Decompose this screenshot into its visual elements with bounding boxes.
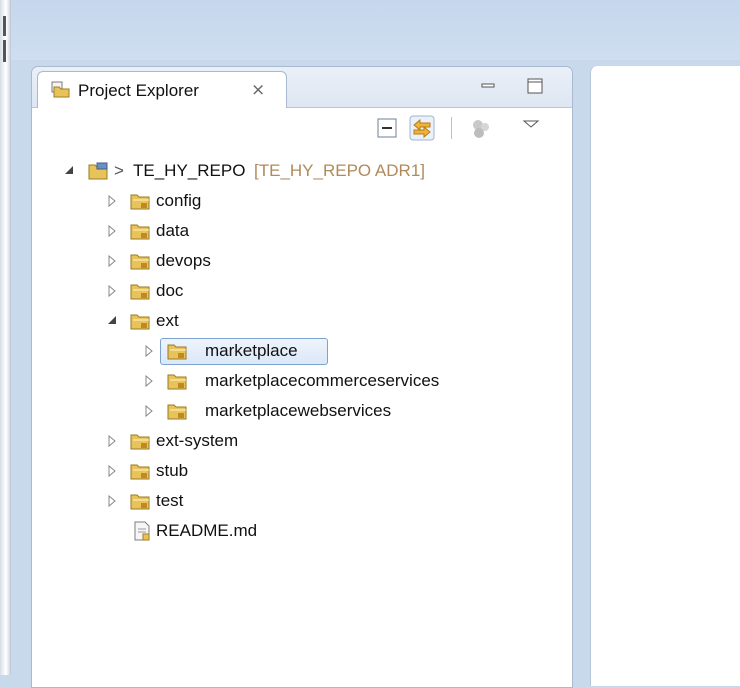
window-edge [0, 0, 11, 675]
tree-item-label: config [156, 191, 202, 210]
minimize-icon[interactable] [479, 77, 497, 95]
tree-item-label: test [156, 491, 184, 510]
close-icon[interactable]: ⨯ [251, 80, 265, 100]
editor-area [590, 66, 740, 686]
tree-item-label: devops [156, 251, 211, 270]
tree-item-data[interactable]: data [32, 217, 572, 245]
package-folder-icon [51, 81, 70, 98]
collapsed-arrow-icon[interactable] [105, 187, 119, 215]
folder-icon [130, 434, 150, 450]
folder-icon [130, 464, 150, 480]
tree-item-marketplacewebservices[interactable]: marketplacewebservices [32, 397, 572, 425]
tree-item-readme[interactable]: README.md [32, 517, 572, 545]
view-tab-bar: Project Explorer ⨯ [32, 67, 572, 108]
file-icon [134, 521, 150, 541]
collapsed-arrow-icon[interactable] [105, 247, 119, 275]
tree-item-label: marketplace [205, 341, 298, 360]
project-folder-icon [88, 162, 108, 180]
repository-decoration: [TE_HY_REPO ADR1] [254, 161, 426, 180]
tree-item-label: stub [156, 461, 189, 480]
tree-item-label: data [156, 221, 190, 240]
tree-item-stub[interactable]: stub [32, 457, 572, 485]
tab-project-explorer[interactable]: Project Explorer ⨯ [37, 71, 287, 108]
collapsed-arrow-icon[interactable] [142, 337, 156, 365]
folder-icon [130, 494, 150, 510]
collapsed-arrow-icon[interactable] [105, 457, 119, 485]
view-title: Project Explorer [78, 81, 199, 100]
tree-item-label: ext [156, 311, 179, 330]
collapsed-arrow-icon[interactable] [142, 397, 156, 425]
folder-icon [130, 224, 150, 240]
tree-item-ext[interactable]: ext [32, 307, 572, 335]
tree-item-test[interactable]: test [32, 487, 572, 515]
tree-item-label: doc [156, 281, 184, 300]
tree-item-label: marketplacecommerceservices [205, 371, 440, 390]
tree-item-config[interactable]: config [32, 187, 572, 215]
tree-item-ext-system[interactable]: ext-system [32, 427, 572, 455]
tree-item-devops[interactable]: devops [32, 247, 572, 275]
folder-icon [130, 194, 150, 210]
tree-item-marketplace[interactable]: marketplace [32, 337, 572, 365]
toolbar-separator [451, 117, 452, 139]
collapsed-arrow-icon[interactable] [142, 367, 156, 395]
tree-item-label: ext-system [156, 431, 239, 450]
project-explorer-view: Project Explorer ⨯ > TE_HY_REPO [TE_HY_R… [31, 66, 573, 688]
folder-icon [130, 284, 150, 300]
folder-icon [167, 374, 187, 390]
view-menu-chevron-icon[interactable] [518, 113, 544, 139]
collapsed-arrow-icon[interactable] [105, 217, 119, 245]
maximize-icon[interactable] [526, 77, 544, 95]
tree-item-doc[interactable]: doc [32, 277, 572, 305]
collapsed-arrow-icon[interactable] [105, 487, 119, 515]
collapsed-arrow-icon[interactable] [105, 277, 119, 305]
tree-item-marketplacecommerceservices[interactable]: marketplacecommerceservices [32, 367, 572, 395]
collapse-all-icon[interactable] [374, 115, 400, 141]
folder-icon [167, 344, 187, 360]
filters-icon[interactable] [468, 115, 494, 141]
tree-item-label: README.md [156, 521, 258, 540]
view-toolbar [32, 115, 572, 141]
workbench-toolbar-area [11, 0, 740, 60]
folder-icon [130, 314, 150, 330]
folder-icon [167, 404, 187, 420]
project-name: TE_HY_REPO [133, 161, 246, 180]
tree-item-label: marketplacewebservices [205, 401, 392, 420]
link-with-editor-icon[interactable] [409, 115, 435, 141]
collapsed-arrow-icon[interactable] [105, 427, 119, 455]
dirty-prefix: > [114, 161, 124, 180]
expanded-arrow-icon[interactable] [105, 307, 119, 335]
tree-root-te-hy-repo[interactable]: > TE_HY_REPO [TE_HY_REPO ADR1] [32, 157, 572, 185]
folder-icon [130, 254, 150, 270]
expanded-arrow-icon[interactable] [62, 157, 76, 185]
